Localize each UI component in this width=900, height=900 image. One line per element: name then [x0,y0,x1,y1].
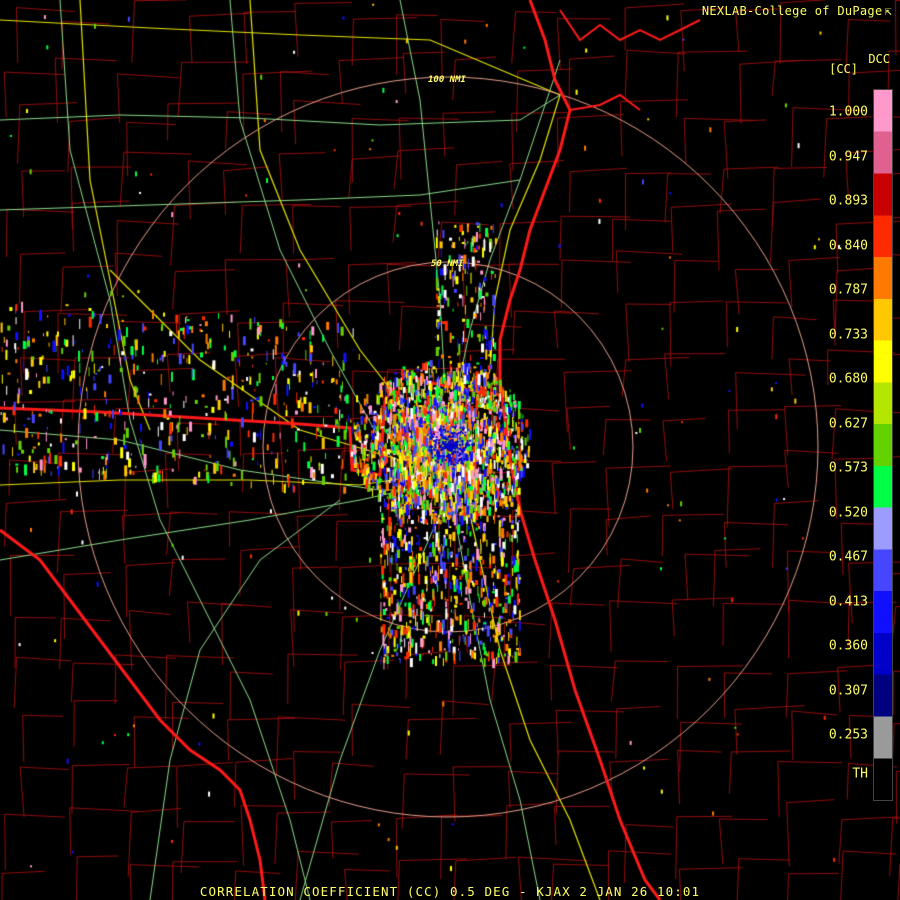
legend-tick: 0.733 [828,327,868,342]
credit-label: NEXLAB-College of DuPage ⇱ [702,4,892,18]
legend-tick: 0.947 [828,149,868,164]
legend-tick: 0.680 [828,371,868,387]
legend-tick: 0.253 [828,727,868,743]
legend-tick: 0.627 [828,416,868,431]
legend-unit: [CC] [829,62,858,76]
legend-tick: 0.467 [828,549,868,565]
legend-header: DCC [CC] [829,52,890,76]
cursor-arrow-icon: ⇱ [884,4,892,18]
range-ring-label-100: 100 NMI [428,75,466,85]
legend-tick: 0.307 [828,683,868,698]
credit-text: NEXLAB-College of DuPage [701,4,883,18]
range-ring-label-50: 50 NMI [431,259,464,269]
product-title: CORRELATION COEFFICIENT (CC) 0.5 DEG - K… [199,884,701,899]
color-scale-bar [873,89,893,801]
radar-map [0,0,900,900]
legend-tick: 0.413 [828,594,868,609]
legend-tick: 0.520 [828,505,868,520]
legend-product: DCC [868,52,890,66]
legend-tick: 0.360 [828,638,868,654]
legend-tick: 0.573 [828,460,868,476]
legend-tick: 1.000 [828,104,868,120]
legend-tick: 0.787 [828,282,868,298]
legend-tick: TH [852,766,868,781]
legend-tick: 0.840 [828,238,868,253]
legend-tick: 0.893 [828,193,868,209]
